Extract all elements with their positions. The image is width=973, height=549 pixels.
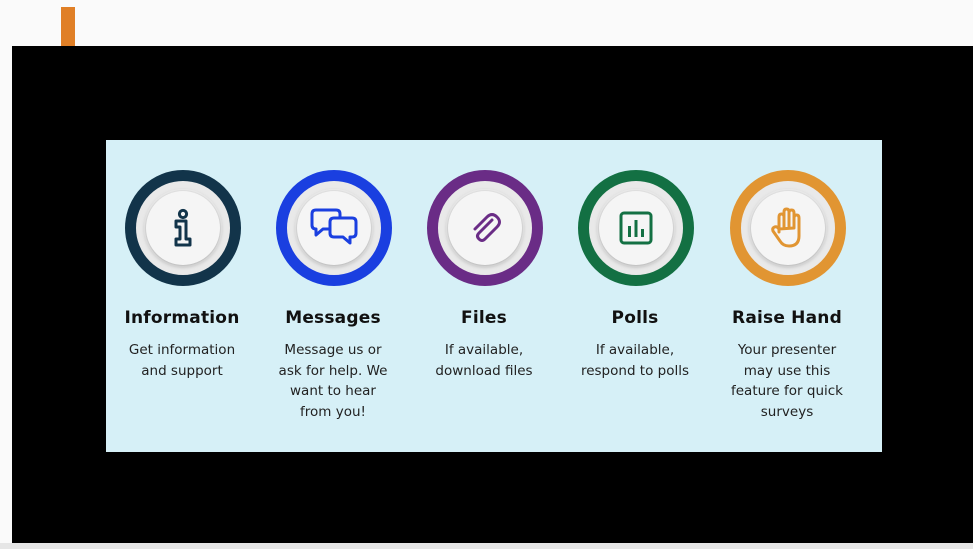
info-icon xyxy=(174,208,192,247)
files-button[interactable] xyxy=(448,191,522,265)
raised-hand-icon xyxy=(771,207,801,248)
feature-description: If available, respond to polls xyxy=(580,342,690,379)
raise-hand-ring[interactable] xyxy=(730,170,846,286)
feature-information[interactable]: Information Get information and support xyxy=(107,140,257,452)
feature-files[interactable]: Files If available, download files xyxy=(409,140,559,452)
features-panel: Information Get information and support … xyxy=(106,140,882,452)
page: Information Get information and support … xyxy=(0,0,973,549)
messages-button[interactable] xyxy=(297,191,371,265)
bar-chart-icon xyxy=(619,211,653,245)
feature-raise-hand[interactable]: Raise Hand Your presenter may use this f… xyxy=(712,140,862,452)
polls-ring[interactable] xyxy=(578,170,694,286)
slide-stage: Information Get information and support … xyxy=(12,46,973,543)
raise-hand-button[interactable] xyxy=(751,191,825,265)
information-button[interactable] xyxy=(146,191,220,265)
feature-title: Messages xyxy=(285,308,381,328)
chat-bubbles-icon xyxy=(310,208,358,245)
feature-title: Files xyxy=(461,308,507,328)
feature-description: Your presenter may use this feature for … xyxy=(730,342,843,420)
bottom-divider xyxy=(0,543,973,549)
feature-title: Information xyxy=(124,308,240,328)
feature-title: Raise Hand xyxy=(732,308,842,328)
feature-title: Polls xyxy=(611,308,659,328)
polls-button[interactable] xyxy=(599,191,673,265)
feature-polls[interactable]: Polls If available, respond to polls xyxy=(560,140,710,452)
feature-description: Message us or ask for help. We want to h… xyxy=(278,342,388,420)
paperclip-icon xyxy=(473,213,501,242)
feature-messages[interactable]: Messages Message us or ask for help. We … xyxy=(258,140,408,452)
files-ring[interactable] xyxy=(427,170,543,286)
information-ring[interactable] xyxy=(125,170,241,286)
feature-description: Get information and support xyxy=(128,342,236,379)
messages-ring[interactable] xyxy=(276,170,392,286)
feature-description: If available, download files xyxy=(435,342,533,379)
